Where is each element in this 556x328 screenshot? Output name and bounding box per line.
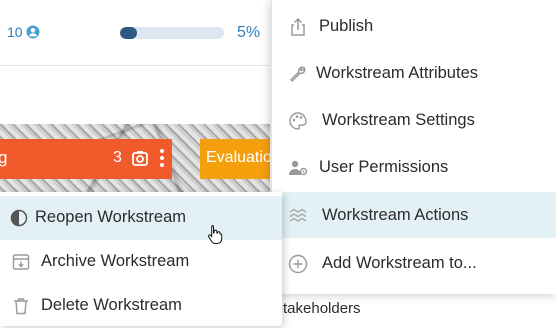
submenu-item-reopen-workstream[interactable]: Reopen Workstream	[0, 196, 282, 240]
trash-icon	[14, 298, 28, 315]
submenu-item-label: Delete Workstream	[41, 296, 182, 314]
progress-percent: 5%	[237, 24, 261, 41]
wrench-icon	[290, 66, 306, 82]
workstream-card-count: 3	[113, 149, 122, 166]
menu-item-workstream-actions[interactable]: Workstream Actions	[272, 192, 556, 238]
menu-item-label: User Permissions	[319, 157, 449, 176]
menu-item-publish[interactable]: Publish	[272, 3, 556, 49]
user-gear-icon	[289, 160, 308, 176]
submenu-item-label: Archive Workstream	[41, 252, 190, 270]
menu-item-add-workstream-to[interactable]: Add Workstream to...	[272, 240, 556, 286]
more-options-icon[interactable]	[158, 149, 166, 171]
submenu-item-archive-workstream[interactable]: Archive Workstream	[0, 240, 282, 284]
member-count[interactable]: 10	[7, 24, 40, 40]
workstream-card[interactable]: g 3	[0, 139, 172, 179]
plus-circle-icon	[288, 254, 308, 274]
progress-fill	[120, 27, 137, 39]
row-divider	[0, 65, 270, 66]
layers-icon	[289, 208, 307, 222]
workstream-actions-submenu: Reopen Workstream Archive Workstream Del…	[0, 192, 282, 326]
submenu-item-delete-workstream[interactable]: Delete Workstream	[0, 284, 282, 328]
evaluation-card-label: Evaluatio	[206, 149, 270, 166]
camera-icon	[132, 151, 148, 166]
upload-icon	[291, 17, 305, 36]
progress-bar	[120, 27, 224, 39]
submenu-item-label: Reopen Workstream	[35, 208, 187, 226]
stakeholders-label: takeholders	[283, 300, 361, 317]
menu-item-label: Add Workstream to...	[322, 253, 477, 272]
user-circle-icon	[26, 25, 40, 39]
palette-icon	[289, 112, 307, 130]
archive-icon	[12, 254, 30, 270]
evaluation-card[interactable]: Evaluatio	[200, 139, 270, 179]
menu-item-label: Workstream Attributes	[316, 63, 478, 82]
workstream-menu: Publish Workstream Attributes Workstream…	[271, 0, 556, 294]
workstream-card-label: g	[0, 148, 8, 167]
menu-item-label: Workstream Actions	[322, 205, 469, 224]
menu-item-workstream-attributes[interactable]: Workstream Attributes	[272, 50, 556, 96]
menu-item-workstream-settings[interactable]: Workstream Settings	[272, 97, 556, 143]
menu-item-user-permissions[interactable]: User Permissions	[272, 144, 556, 190]
half-circle-icon	[10, 209, 28, 227]
menu-item-label: Workstream Settings	[322, 110, 475, 129]
hand-cursor-icon	[208, 225, 223, 244]
member-count-value: 10	[7, 24, 23, 40]
menu-item-label: Publish	[319, 16, 374, 35]
